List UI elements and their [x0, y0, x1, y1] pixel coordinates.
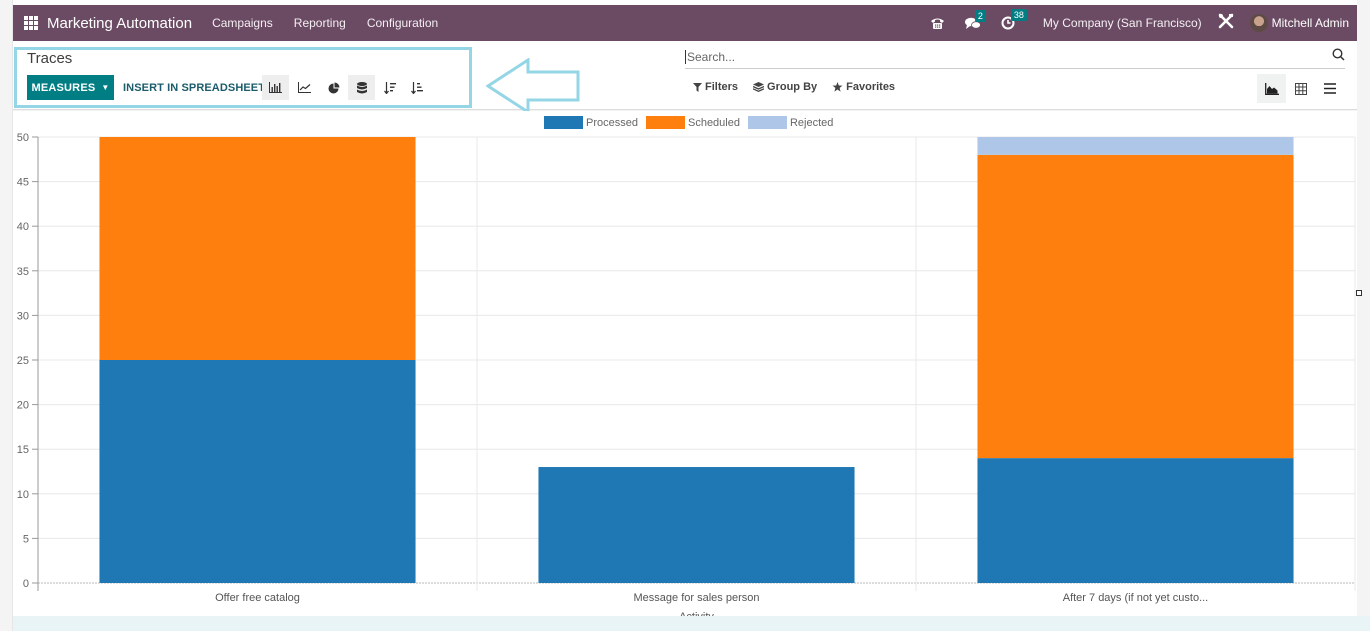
breadcrumb: Traces	[27, 50, 73, 67]
pie-chart-icon	[328, 82, 339, 93]
database-stack-icon	[356, 81, 367, 93]
graph-view-button[interactable]	[1257, 74, 1286, 103]
right-gutter	[1357, 0, 1370, 631]
app-brand[interactable]: Marketing Automation	[47, 15, 192, 32]
menu-campaigns[interactable]: Campaigns	[212, 16, 273, 30]
y-tick-label: 45	[17, 177, 29, 189]
bar-scheduled[interactable]	[977, 154, 1294, 459]
clock-icon[interactable]: 38	[1001, 9, 1027, 30]
navbar-systray: 2 38 My Company (San Francisco) Mitchell…	[930, 9, 1357, 34]
user-menu[interactable]: Mitchell Admin	[1249, 14, 1349, 32]
company-switcher[interactable]: My Company (San Francisco)	[1043, 16, 1202, 30]
search-input[interactable]	[685, 49, 1315, 64]
y-tick-label: 15	[17, 444, 29, 456]
resize-handle[interactable]	[1356, 290, 1362, 296]
table-grid-icon	[1294, 82, 1307, 95]
caret-down-icon: ▼	[101, 83, 110, 92]
sort-descending-button[interactable]	[376, 75, 403, 100]
left-gutter	[0, 0, 13, 631]
y-tick-label: 10	[17, 489, 29, 501]
bar-processed[interactable]	[977, 458, 1294, 583]
line-chart-icon	[298, 82, 311, 93]
x-tick-label: Message for sales person	[634, 592, 760, 604]
line-chart-button[interactable]	[291, 75, 318, 100]
y-tick-label: 50	[17, 132, 29, 144]
y-tick-label: 35	[17, 266, 29, 278]
apps-grid-icon[interactable]	[24, 16, 38, 30]
y-tick-label: 20	[17, 400, 29, 412]
bar-chart: 0 5 10 15 20 25 30 35 40 45 50 Offer free catalog Me…	[17, 132, 1356, 616]
menu-configuration[interactable]: Configuration	[367, 16, 438, 30]
main-navbar: Marketing Automation Campaigns Reporting…	[13, 5, 1357, 41]
y-tick-label: 5	[23, 533, 29, 545]
measures-label: MEASURES	[31, 81, 96, 94]
star-icon	[832, 82, 843, 92]
group-by-label: Group By	[767, 81, 818, 93]
bar-processed[interactable]	[99, 360, 416, 583]
bar-rejected[interactable]	[977, 137, 1294, 155]
x-tick-label: After 7 days (if not yet custo...	[1063, 592, 1209, 604]
app: Marketing Automation Campaigns Reporting…	[0, 0, 1370, 631]
measures-button[interactable]: MEASURES ▼	[27, 75, 114, 100]
search-icon[interactable]	[1332, 47, 1345, 66]
view-switcher	[1257, 74, 1344, 103]
activities-badge: 38	[1010, 9, 1027, 21]
y-tick-label: 25	[17, 355, 29, 367]
y-tick-label: 0	[23, 578, 29, 590]
pivot-view-button[interactable]	[1286, 74, 1315, 103]
group-by-button[interactable]: Group By	[753, 81, 817, 93]
bar-processed[interactable]	[538, 467, 855, 583]
control-panel: Traces MEASURES ▼ INSERT IN SPREADSHEET	[13, 41, 1357, 110]
chat-icon[interactable]: 2	[964, 9, 986, 30]
sort-ascending-icon	[410, 81, 423, 94]
graph-view: Processed Scheduled Rejected 0 5 10 15 20 25 3…	[13, 111, 1357, 616]
y-tick-label: 40	[17, 221, 29, 233]
favorites-button[interactable]: Favorites	[832, 81, 895, 93]
sort-ascending-button[interactable]	[403, 75, 430, 100]
bar-chart-button[interactable]	[262, 75, 289, 100]
phone-icon[interactable]	[930, 17, 945, 30]
tools-icon[interactable]	[1218, 13, 1234, 34]
stacked-button[interactable]	[348, 75, 375, 100]
search-bar	[685, 45, 1345, 69]
pie-chart-button[interactable]	[320, 75, 347, 100]
x-tick-label: Offer free catalog	[215, 592, 300, 604]
filters-button[interactable]: Filters	[693, 81, 738, 93]
menu-reporting[interactable]: Reporting	[294, 16, 346, 30]
sort-descending-icon	[383, 81, 396, 94]
bar-chart-icon	[269, 82, 282, 93]
y-tick-label: 30	[17, 310, 29, 322]
list-icon	[1323, 83, 1336, 94]
user-name: Mitchell Admin	[1271, 16, 1349, 30]
favorites-label: Favorites	[846, 81, 896, 93]
insert-in-spreadsheet-button[interactable]: INSERT IN SPREADSHEET	[123, 75, 265, 100]
list-view-button[interactable]	[1315, 74, 1344, 103]
filters-label: Filters	[705, 81, 739, 93]
layers-icon	[753, 82, 765, 92]
bottom-strip	[13, 616, 1370, 631]
bar-scheduled[interactable]	[99, 137, 416, 360]
messages-badge: 2	[974, 9, 986, 22]
search-options: Filters Group By Favorites	[693, 81, 910, 93]
area-chart-icon	[1264, 82, 1279, 95]
avatar	[1249, 14, 1268, 32]
filter-icon	[693, 82, 702, 92]
